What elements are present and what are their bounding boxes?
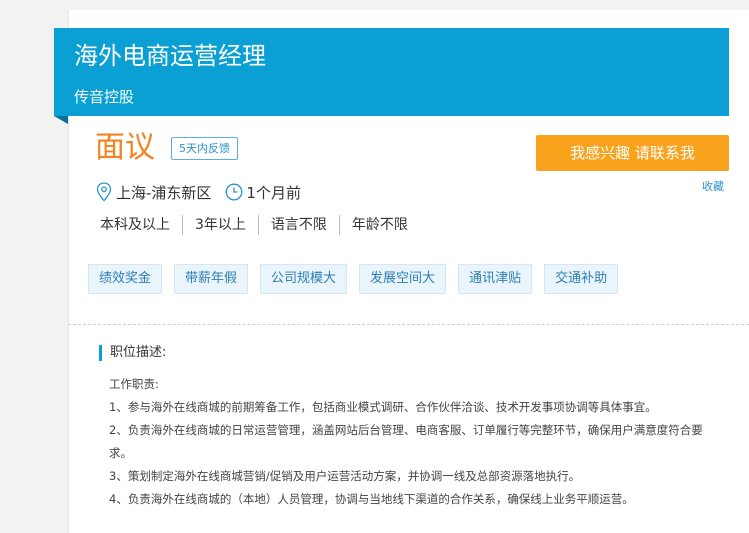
section-divider bbox=[68, 324, 749, 325]
requirement-education: 本科及以上 bbox=[100, 217, 170, 233]
benefit-tag: 交通补助 bbox=[544, 264, 619, 294]
benefit-tag: 绩效奖金 bbox=[88, 264, 163, 294]
company-name[interactable]: 传音控股 bbox=[74, 87, 134, 107]
banner-fold bbox=[54, 116, 68, 124]
job-description-title: 职位描述: bbox=[99, 345, 166, 361]
job-requirements: 本科及以上 3年以上 语言不限 年龄不限 bbox=[98, 214, 420, 236]
job-description: 工作职责: 1、参与海外在线商城的前期筹备工作，包括商业模式调研、合作伙伴洽谈、… bbox=[109, 373, 719, 511]
description-line: 1、参与海外在线商城的前期筹备工作，包括商业模式调研、合作伙伴洽谈、技术开发事项… bbox=[109, 400, 657, 414]
requirement-language: 语言不限 bbox=[257, 215, 339, 235]
description-heading: 工作职责: bbox=[109, 377, 159, 391]
description-line: 3、策划制定海外在线商城营销/促销及用户运营活动方案，并协调一线及总部资源落地执… bbox=[109, 469, 581, 483]
benefit-tag: 发展空间大 bbox=[359, 264, 447, 294]
clock-icon bbox=[225, 183, 243, 201]
requirement-experience: 3年以上 bbox=[182, 215, 258, 235]
salary: 面议 bbox=[95, 130, 155, 165]
job-location: 上海-浦东新区 bbox=[116, 183, 212, 202]
location-pin-icon bbox=[96, 182, 112, 202]
interest-button[interactable]: 我感兴趣 请联系我 bbox=[536, 135, 729, 171]
job-header-banner: 海外电商运营经理 传音控股 bbox=[54, 28, 729, 116]
job-meta: 上海-浦东新区 1个月前 bbox=[96, 181, 301, 203]
description-line: 2、负责海外在线商城的日常运营管理，涵盖网站后台管理、电商客服、订单履行等完整环… bbox=[109, 423, 703, 460]
benefit-tag: 公司规模大 bbox=[260, 264, 348, 294]
favorite-link[interactable]: 收藏 bbox=[702, 178, 724, 194]
benefit-tags: 绩效奖金 带薪年假 公司规模大 发展空间大 通讯津贴 交通补助 bbox=[88, 264, 619, 294]
job-title: 海外电商运营经理 bbox=[74, 42, 266, 70]
benefit-tag: 通讯津贴 bbox=[458, 264, 533, 294]
feedback-badge: 5天内反馈 bbox=[171, 137, 238, 160]
requirement-age: 年龄不限 bbox=[338, 215, 420, 235]
benefit-tag: 带薪年假 bbox=[174, 264, 249, 294]
description-line: 4、负责海外在线商城的（本地）人员管理，协调与当地线下渠道的合作关系，确保线上业… bbox=[109, 492, 634, 506]
posted-time: 1个月前 bbox=[246, 183, 301, 202]
